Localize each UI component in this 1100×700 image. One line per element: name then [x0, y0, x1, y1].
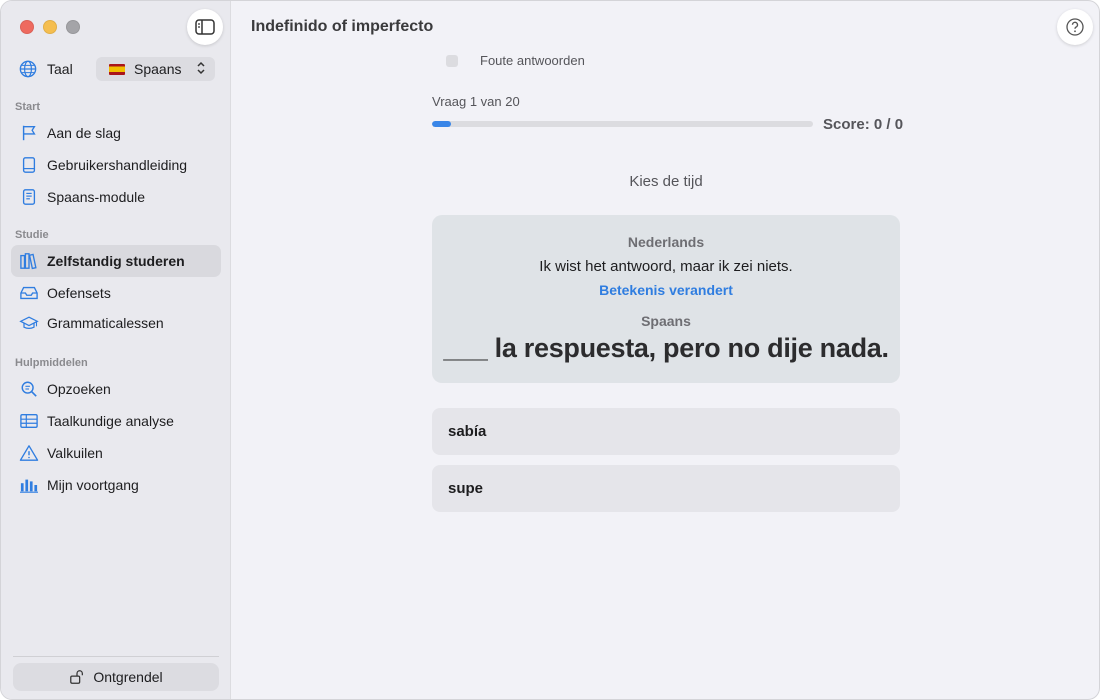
app-window: Taal Spaans Start Aan de slag Gebruikers… — [0, 0, 1100, 700]
progress-fill — [432, 121, 452, 127]
tray-icon — [19, 283, 39, 303]
sidebar-item-label: Grammaticalessen — [47, 315, 164, 331]
sidebar-item-self-study[interactable]: Zelfstandig studeren — [11, 245, 221, 277]
sidebar-item-spanish-module[interactable]: Spaans-module — [11, 181, 221, 213]
magnifier-icon — [19, 379, 39, 399]
sidebar-item-label: Gebruikershandleiding — [47, 157, 188, 173]
unlock-button[interactable]: Ontgrendel — [13, 663, 219, 691]
page-title: Indefinido of imperfecto — [251, 18, 434, 35]
language-select-value: Spaans — [134, 61, 182, 77]
answer-option[interactable]: supe — [432, 465, 900, 512]
sidebar-item-pitfalls[interactable]: Valkuilen — [11, 437, 221, 469]
wrong-answers-checkbox[interactable] — [446, 54, 458, 67]
sidebar-item-practice-sets[interactable]: Oefensets — [11, 277, 221, 309]
wrong-answers-toggle[interactable]: Foute antwoorden — [446, 53, 585, 68]
sidebar-icon — [195, 19, 215, 35]
source-language-label: Nederlands — [627, 234, 705, 250]
sidebar-item-label: Oefensets — [47, 285, 111, 301]
question-counter: Vraag 1 van 20 — [432, 94, 520, 109]
sidebar-item-my-progress[interactable]: Mijn voortgang — [11, 469, 221, 501]
sidebar-item-label: Opzoeken — [47, 381, 111, 397]
sentence-card: Nederlands Ik wist het antwoord, maar ik… — [432, 215, 900, 383]
sidebar-item-getting-started[interactable]: Aan de slag — [11, 117, 221, 149]
language-label: Taal — [47, 61, 73, 77]
sidebar-item-grammar-lessons[interactable]: Grammaticalessen — [11, 307, 221, 339]
graduation-cap-icon — [19, 313, 39, 333]
books-icon — [19, 251, 39, 271]
sidebar-item-label: Aan de slag — [47, 125, 121, 141]
sidebar-item-label: Zelfstandig studeren — [47, 253, 185, 269]
sidebar-toggle-button[interactable] — [187, 9, 223, 45]
sidebar-item-user-manual[interactable]: Gebruikershandleiding — [11, 149, 221, 181]
sidebar-item-lookup[interactable]: Opzoeken — [11, 373, 221, 405]
score-label: Score: 0 / 0 — [823, 116, 904, 133]
sidebar-item-label: Valkuilen — [47, 445, 103, 461]
sidebar-item-label: Taalkundige analyse — [47, 413, 174, 429]
section-title-tools: Hulpmiddelen — [15, 357, 88, 369]
sidebar-item-label: Mijn voortgang — [47, 477, 139, 493]
flag-icon — [19, 123, 39, 143]
target-language-label: Spaans — [641, 313, 691, 329]
main-content: Indefinido of imperfecto Foute antwoorde… — [232, 1, 1099, 699]
question-mark-icon — [1066, 18, 1084, 36]
section-title-start: Start — [15, 101, 41, 113]
minimize-window-button[interactable] — [43, 20, 57, 34]
sidebar-item-linguistic-analysis[interactable]: Taalkundige analyse — [11, 405, 221, 437]
unlock-label: Ontgrendel — [93, 669, 163, 685]
question-prompt: Kies de tijd — [629, 173, 703, 190]
meaning-changes-link[interactable]: Betekenis verandert — [432, 282, 900, 298]
sidebar: Taal Spaans Start Aan de slag Gebruikers… — [1, 1, 231, 699]
document-icon — [19, 187, 39, 207]
bar-chart-icon — [19, 475, 39, 495]
language-row: Taal Spaans — [19, 57, 215, 81]
table-icon — [19, 411, 39, 431]
spain-flag-icon — [109, 63, 125, 75]
progress-bar — [432, 121, 813, 127]
language-select[interactable]: Spaans — [96, 57, 215, 81]
sidebar-item-label: Spaans-module — [47, 189, 146, 205]
book-icon — [19, 155, 39, 175]
warning-icon — [19, 443, 39, 463]
section-title-study: Studie — [15, 229, 49, 241]
unlock-icon — [69, 669, 85, 685]
globe-icon — [19, 60, 37, 78]
updown-chevron-icon — [197, 61, 205, 75]
target-sentence: ___ la respuesta, pero no dije nada. — [443, 333, 889, 363]
help-button[interactable] — [1057, 9, 1093, 45]
source-sentence: Ik wist het antwoord, maar ik zei niets. — [539, 258, 793, 275]
sidebar-divider — [13, 656, 219, 657]
window-controls — [20, 20, 80, 34]
answer-option[interactable]: sabía — [432, 408, 900, 455]
wrong-answers-label: Foute antwoorden — [480, 53, 585, 68]
close-window-button[interactable] — [20, 20, 34, 34]
maximize-window-button[interactable] — [66, 20, 80, 34]
